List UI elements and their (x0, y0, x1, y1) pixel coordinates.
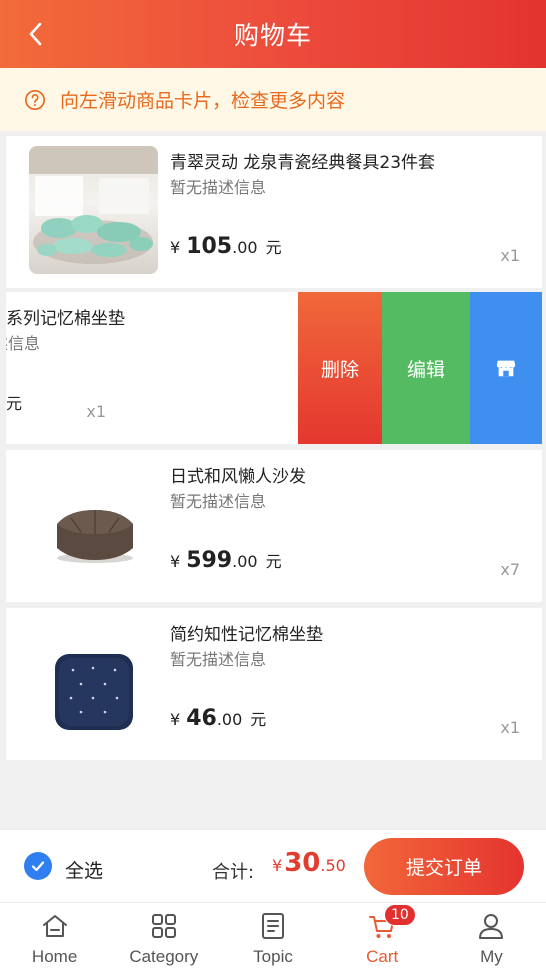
currency-symbol: ¥ (170, 238, 181, 257)
price-decimal: .00 (216, 710, 243, 729)
cart-item[interactable]: 日式和风懒人沙发 暂无描述信息 ¥ 599 .00 元 x7 (6, 450, 542, 602)
cart-item-content[interactable]: 日式和风懒人沙发 暂无描述信息 ¥ 599 .00 元 x7 (6, 450, 542, 602)
select-all-label[interactable]: 全选 (65, 856, 103, 883)
submit-order-button[interactable]: 提交订单 (364, 838, 524, 895)
chevron-left-icon (29, 22, 42, 46)
bottom-tab-bar: Home Category Topic Cart My (0, 902, 546, 972)
cart-item[interactable]: 青翠灵动 龙泉青瓷经典餐具23件套 暂无描述信息 ¥ 105 .00 元 x1 (6, 136, 542, 288)
item-desc: 暂无描述信息 (6, 334, 40, 353)
ceramic-tableware-image (29, 146, 158, 274)
item-price: ¥ 599 .00 元 (170, 548, 282, 573)
cart-count-badge: 10 (384, 904, 416, 926)
cart-item-swiped[interactable]: 系列记忆棉坐垫 暂无描述信息 元 x1 删除 编辑 (6, 292, 542, 444)
currency-symbol: ¥ (170, 710, 181, 729)
tab-label: Topic (253, 947, 293, 966)
delete-button[interactable]: 删除 (298, 292, 382, 444)
cart-item-content[interactable]: 简约知性记忆棉坐垫 暂无描述信息 ¥ 46 .00 元 x1 (6, 608, 542, 760)
price-integer: 599 (186, 548, 233, 573)
checkout-bar: 全选 合计: ¥ 30 .50 提交订单 (0, 829, 546, 902)
check-icon (31, 861, 45, 872)
item-name: 日式和风懒人沙发 (170, 467, 306, 487)
item-quantity: x1 (86, 402, 106, 421)
total-decimal: .50 (320, 856, 346, 875)
swipe-hint-bar: 向左滑动商品卡片，检查更多内容 (0, 68, 546, 131)
back-button[interactable] (22, 20, 50, 48)
tab-topic[interactable]: Topic (218, 903, 327, 972)
item-quantity: x1 (500, 246, 520, 265)
edit-button[interactable]: 编辑 (382, 292, 470, 444)
topic-icon (262, 913, 284, 939)
item-desc: 暂无描述信息 (170, 178, 267, 197)
price-unit: 元 (265, 552, 282, 571)
total-label: 合计: (212, 862, 255, 883)
category-icon (151, 914, 176, 938)
item-quantity: x1 (500, 718, 520, 737)
tab-category[interactable]: Category (109, 903, 218, 972)
home-icon (42, 915, 67, 937)
item-name: 系列记忆棉坐垫 (6, 309, 125, 329)
swipe-actions: 删除 编辑 (298, 292, 542, 444)
currency-symbol: ¥ (170, 552, 181, 571)
item-name: 简约知性记忆棉坐垫 (170, 625, 323, 645)
item-price: ¥ 105 .00 元 (170, 234, 282, 259)
item-desc: 暂无描述信息 (170, 650, 267, 669)
price-unit: 元 (265, 238, 282, 257)
top-bar: 购物车 (0, 0, 546, 68)
tab-label: Cart (366, 947, 399, 966)
total-currency: ¥ (272, 856, 283, 875)
price-unit: 元 (250, 710, 267, 729)
page-title: 购物车 (233, 21, 312, 50)
price-integer: 46 (186, 706, 217, 731)
shop-button[interactable] (470, 292, 542, 444)
cart-item[interactable]: 简约知性记忆棉坐垫 暂无描述信息 ¥ 46 .00 元 x1 (6, 608, 542, 760)
swipe-hint-text: 向左滑动商品卡片，检查更多内容 (60, 90, 346, 112)
item-quantity: x7 (500, 560, 520, 579)
user-icon (479, 914, 504, 939)
item-price: ¥ 46 .00 元 (170, 706, 266, 731)
price-decimal: .00 (232, 238, 258, 257)
price-unit: 元 (6, 394, 23, 413)
tab-label: My (480, 947, 503, 966)
item-desc: 暂无描述信息 (170, 492, 267, 511)
total-integer: 30 (284, 848, 321, 878)
total-price: ¥ 30 .50 (272, 848, 346, 878)
tab-home[interactable]: Home (0, 903, 109, 972)
help-circle-icon (25, 89, 45, 110)
price-decimal: .00 (232, 552, 258, 571)
tab-label: Home (31, 947, 78, 966)
select-all-checkbox[interactable] (24, 852, 52, 880)
seat-cushion-image (29, 618, 158, 746)
shop-icon (496, 360, 516, 377)
cart-item-content[interactable]: 青翠灵动 龙泉青瓷经典餐具23件套 暂无描述信息 ¥ 105 .00 元 x1 (6, 136, 542, 288)
tab-label: Category (129, 947, 199, 966)
bean-bag-sofa-image (29, 460, 158, 588)
tab-cart[interactable]: Cart (328, 903, 437, 972)
tab-my[interactable]: My (437, 903, 546, 972)
item-price: 元 (6, 390, 22, 414)
price-integer: 105 (186, 234, 233, 259)
item-name: 青翠灵动 龙泉青瓷经典餐具23件套 (170, 153, 436, 173)
